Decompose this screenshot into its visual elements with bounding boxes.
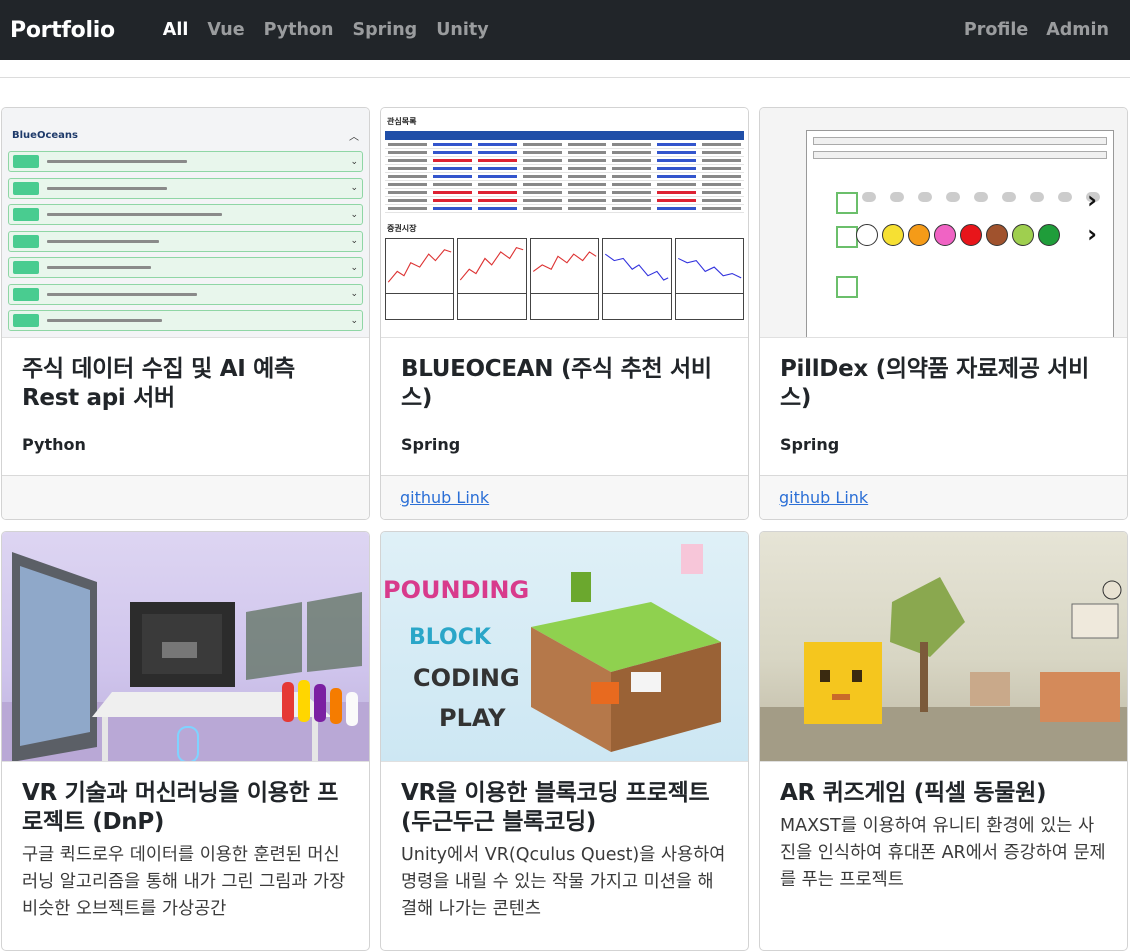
nav-link-admin[interactable]: Admin [1046,20,1109,40]
github-link[interactable]: github Link [400,488,489,507]
card-thumbnail: POUNDING BLOCK CODING PLAY [381,532,748,762]
card-title: BLUEOCEAN (주식 추천 서비스) [401,356,712,411]
card-title: 주식 데이터 수집 및 AI 예측 Rest api 서버 [22,356,295,411]
card-footer: github Link [381,475,748,519]
svg-text:CODING: CODING [413,664,520,692]
card-description: 구글 퀵드로우 데이터를 이용한 훈련된 머신러닝 알고리즘을 통해 내가 그린… [22,845,346,919]
nav-link-spring[interactable]: Spring [352,20,417,40]
card-title: VR을 이용한 블록코딩 프로젝트 (두근두근 블록코딩) [401,780,710,835]
nav-link-unity[interactable]: Unity [436,20,488,40]
card-thumbnail [760,532,1127,762]
api-row: ⌄ [8,151,363,172]
nav-link-profile[interactable]: Profile [964,20,1028,40]
brand-logo[interactable]: Portfolio [10,18,115,43]
card-description: MAXST를 이용하여 유니티 환경에 있는 사진을 인식하여 휴대폰 AR에서… [780,816,1106,890]
color-circles [856,224,1060,246]
nav-account-links: Profile Admin [964,0,1109,60]
card-tag: Spring [401,435,461,454]
card-title: PillDex (의약품 자료제공 서비스) [780,356,1090,411]
project-card[interactable]: POUNDING BLOCK CODING PLAY VR을 이용한 블록코딩 … [380,531,749,951]
pill-shapes [862,192,1100,202]
svg-text:PLAY: PLAY [439,704,506,732]
card-thumbnail: BlueOceans ︿ ⌄ ⌄ ⌄ ⌄ ⌄ ⌄ ⌄ [2,108,369,338]
chevron-right-icon: › [1087,220,1097,248]
card-title: AR 퀴즈게임 (픽셀 동물원) [780,780,1047,806]
chevron-right-icon: › [1087,186,1097,214]
svg-text:POUNDING: POUNDING [383,576,529,604]
thumb-label: 관심목록 [387,117,417,126]
svg-text:BLOCK: BLOCK [409,625,492,650]
project-card[interactable]: › › PillDex (의약품 자료제공 서비스) Spring github… [759,107,1128,520]
card-body: VR 기술과 머신러닝을 이용한 프로젝트 (DnP) 구글 퀵드로우 데이터를… [2,762,369,923]
nav-filter-links: All Vue Python Spring Unity [163,20,489,40]
project-card[interactable]: 관심목록 증권시장 BLUEOCEAN (주식 추천 서비스) Spring g… [380,107,749,520]
api-row: ⌄ [8,257,363,278]
card-thumbnail: 관심목록 증권시장 [381,108,748,338]
card-thumbnail: › › [760,108,1127,338]
nav-link-all[interactable]: All [163,20,189,40]
api-doc-header: BlueOceans ︿ [8,128,363,143]
github-link[interactable]: github Link [779,488,868,507]
card-description: Unity에서 VR(Qculus Quest)을 사용하여 명령을 내릴 수 … [401,845,726,919]
card-body: 주식 데이터 수집 및 AI 예측 Rest api 서버 Python [2,338,369,454]
card-thumbnail [2,532,369,762]
thumb-label: 증권시장 [387,224,417,233]
api-row: ⌄ [8,283,363,305]
api-row: ⌄ [8,230,363,252]
navbar: Portfolio All Vue Python Spring Unity Pr… [0,0,1130,60]
chevron-up-icon: ︿ [349,132,359,143]
card-title: VR 기술과 머신러닝을 이용한 프로젝트 (DnP) [22,780,339,835]
project-card[interactable]: BlueOceans ︿ ⌄ ⌄ ⌄ ⌄ ⌄ ⌄ ⌄ 주식 데이터 수집 및 A… [1,107,370,520]
mini-chart [457,238,527,294]
api-row: ⌄ [8,177,363,199]
mini-charts [385,238,745,294]
card-body: AR 퀴즈게임 (픽셀 동물원) MAXST를 이용하여 유니티 환경에 있는 … [760,762,1127,894]
vr-scene-image [2,552,369,761]
card-body: BLUEOCEAN (주식 추천 서비스) Spring [381,338,748,454]
card-body: PillDex (의약품 자료제공 서비스) Spring [760,338,1127,454]
api-doc-logo: BlueOceans [12,130,78,141]
ar-quiz-scene-image [760,577,1127,761]
card-footer: github Link [760,475,1127,519]
api-row: ⌄ [8,204,363,225]
nav-link-python[interactable]: Python [264,20,334,40]
project-card[interactable]: AR 퀴즈게임 (픽셀 동물원) MAXST를 이용하여 유니티 환경에 있는 … [759,531,1128,951]
card-tag: Spring [780,435,840,454]
card-footer [2,475,369,519]
mini-chart [602,238,672,294]
mini-chart [529,238,600,294]
card-body: VR을 이용한 블록코딩 프로젝트 (두근두근 블록코딩) Unity에서 VR… [381,762,748,923]
project-card[interactable]: VR 기술과 머신러닝을 이용한 프로젝트 (DnP) 구글 퀵드로우 데이터를… [1,531,370,951]
api-row: ⌄ [8,310,363,331]
mini-chart [385,238,455,294]
mini-chart [674,238,745,294]
card-tag: Python [22,435,86,454]
nav-link-vue[interactable]: Vue [207,20,244,40]
divider [0,77,1130,78]
block-coding-scene-image: POUNDING BLOCK CODING PLAY [383,544,721,752]
